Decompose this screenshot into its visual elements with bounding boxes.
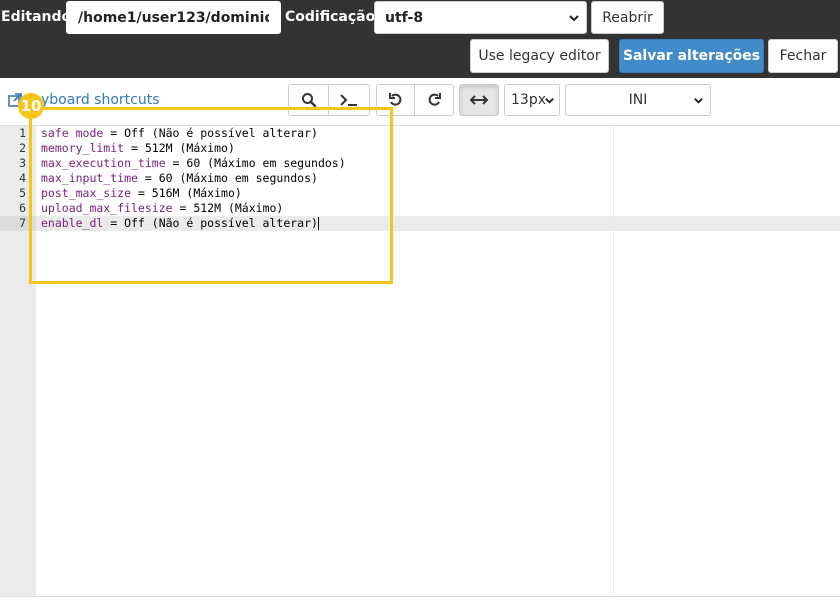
encoding-select[interactable]: utf-8 bbox=[374, 1, 587, 34]
undo-icon bbox=[388, 93, 401, 106]
terminal-icon bbox=[340, 94, 357, 106]
chevron-down-icon bbox=[569, 15, 579, 22]
syntax-mode-select[interactable]: INI bbox=[565, 84, 711, 116]
annotation-highlight-box bbox=[29, 107, 393, 284]
horizontal-arrows-icon bbox=[470, 95, 488, 105]
keyboard-shortcuts-label: yboard shortcuts bbox=[41, 92, 160, 108]
line-number: 7 bbox=[19, 216, 26, 230]
redo-button[interactable] bbox=[414, 84, 454, 116]
line-number: 5 bbox=[19, 186, 26, 200]
redo-icon bbox=[428, 93, 441, 106]
chevron-down-icon bbox=[694, 98, 703, 104]
chevron-down-icon bbox=[545, 98, 554, 104]
print-margin bbox=[613, 126, 614, 596]
reopen-button[interactable]: Reabrir bbox=[591, 1, 664, 34]
line-number: 3 bbox=[19, 156, 26, 170]
encoding-value: utf-8 bbox=[385, 9, 424, 26]
line-number: 6 bbox=[19, 201, 26, 215]
line-number: 1 bbox=[19, 126, 26, 140]
legacy-editor-button[interactable]: Use legacy editor bbox=[470, 39, 609, 73]
search-icon bbox=[301, 93, 316, 108]
line-number: 2 bbox=[19, 141, 26, 155]
font-size-value: 13px bbox=[511, 92, 546, 108]
step-badge: 10 bbox=[18, 93, 44, 119]
line-number: 4 bbox=[19, 171, 26, 185]
font-size-select[interactable]: 13px bbox=[504, 84, 560, 116]
encoding-label: Codificação: bbox=[285, 9, 381, 25]
save-changes-button[interactable]: Salvar alterações bbox=[619, 39, 764, 73]
syntax-mode-value: INI bbox=[628, 92, 648, 108]
editor-bottom-border bbox=[0, 596, 840, 597]
wrap-toggle-button[interactable] bbox=[459, 84, 499, 116]
close-button[interactable]: Fechar bbox=[768, 39, 838, 73]
file-path-input[interactable] bbox=[66, 1, 281, 34]
